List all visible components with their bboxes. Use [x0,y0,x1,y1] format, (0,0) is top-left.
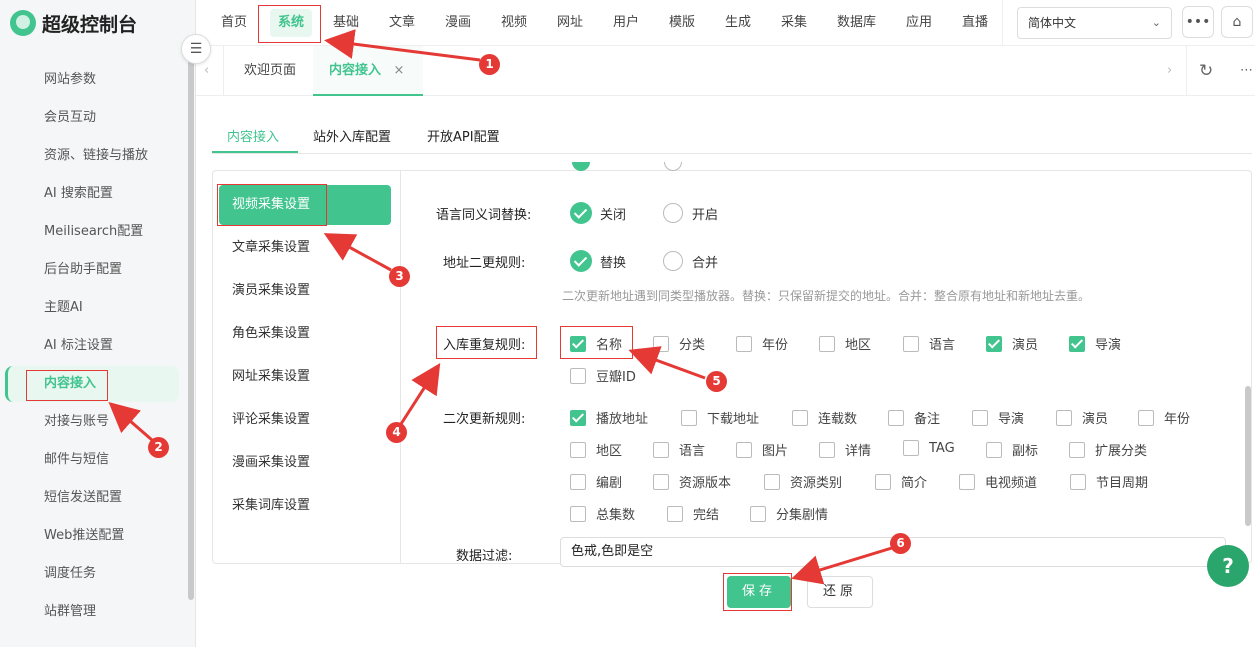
annotation-arrow-3 [323,233,392,272]
annotation-arrow-1 [324,29,481,62]
annotation-badge-3: 3 [389,266,410,287]
annotation-badge-1: 1 [479,54,500,75]
annotation-badge-6: 6 [890,533,911,554]
annotation-arrows [108,29,893,585]
annotation-arrow-5 [628,346,706,380]
annotation-badge-4: 4 [386,422,407,443]
annotation-arrow-2 [108,402,153,442]
annotation-arrow-4 [399,362,441,425]
annotation-badge-5: 5 [706,371,727,392]
annotation-arrow-6 [791,546,893,585]
annotation-badge-2: 2 [148,437,169,458]
